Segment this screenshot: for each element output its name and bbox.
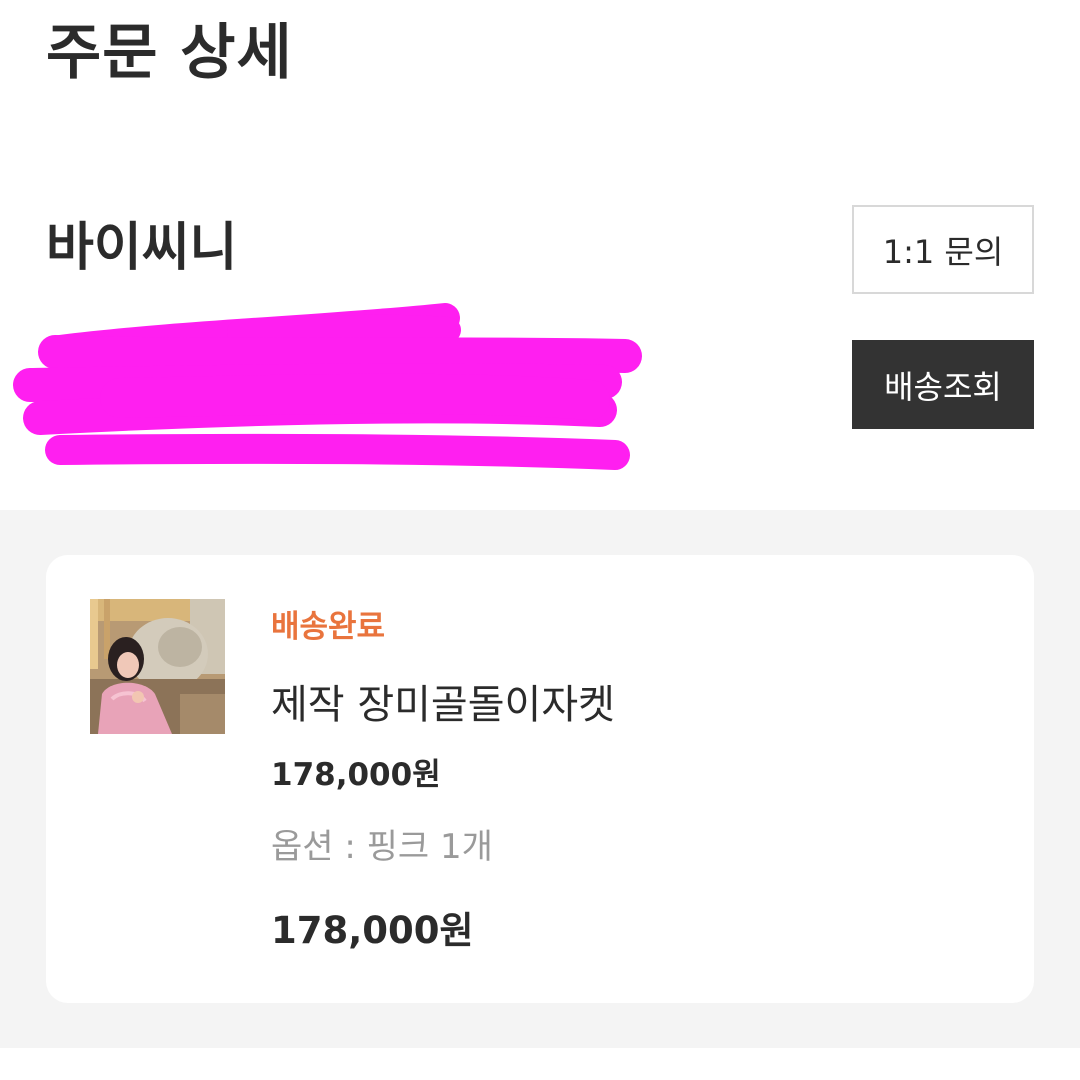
page-title: 주문 상세 [46,18,293,88]
total-price: 178,000원 [271,909,474,952]
shop-name[interactable]: 바이씨니 [46,208,237,288]
order-item-card[interactable]: 배송완료 제작 장미골돌이자켓 178,000원 옵션 : 핑크 1개 178,… [46,555,1034,1003]
redaction-scribble [0,290,660,490]
delivery-status: 배송완료 [271,609,386,645]
option-line: 옵션 : 핑크 1개 [271,823,493,871]
option-separator: : [333,827,367,867]
option-label: 옵션 [271,827,334,867]
delivery-tracking-button[interactable]: 배송조회 [852,340,1034,429]
unit-price: 178,000원 [271,757,441,793]
inquiry-button[interactable]: 1:1 문의 [852,205,1034,294]
option-value: 핑크 1개 [366,827,493,867]
product-name[interactable]: 제작 장미골돌이자켓 [271,677,615,733]
product-thumbnail[interactable] [90,599,225,734]
